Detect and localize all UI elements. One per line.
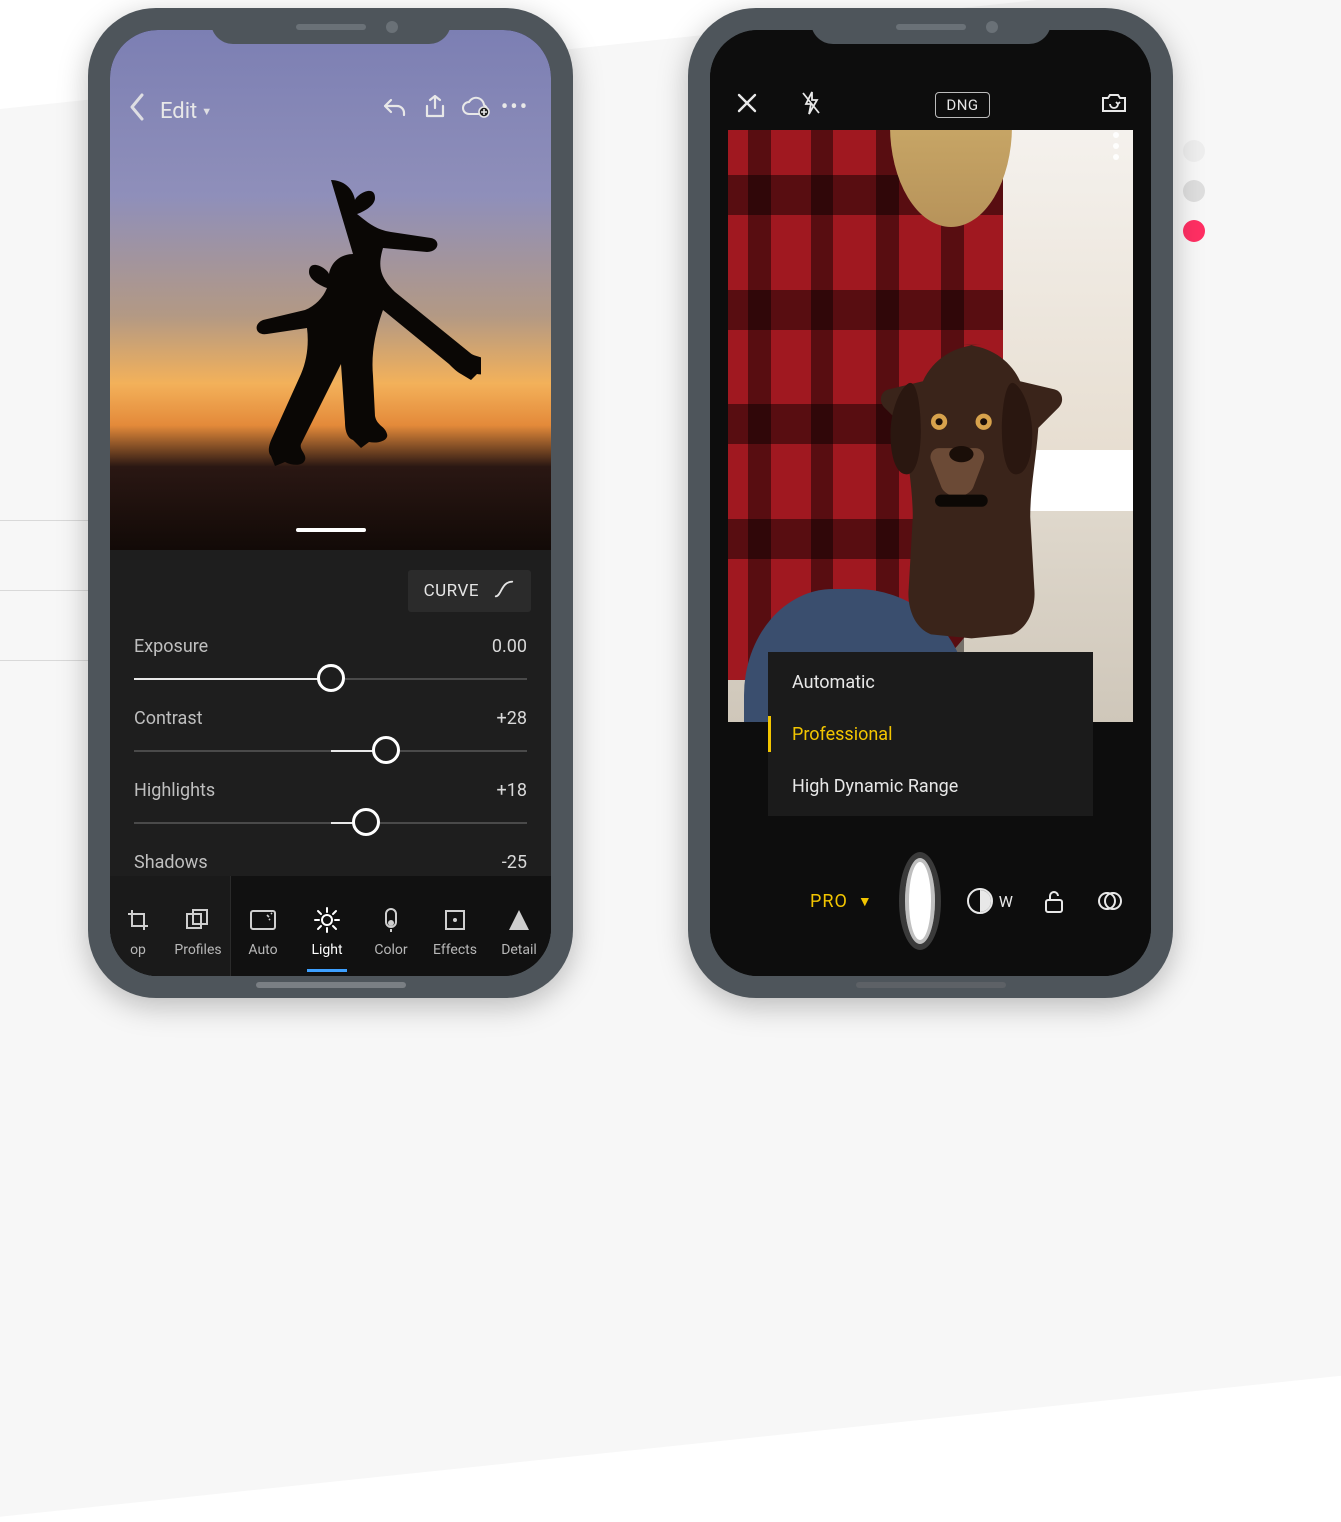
tab-label: Effects (433, 942, 477, 958)
camera-viewfinder[interactable] (728, 118, 1133, 722)
slider-knob[interactable] (317, 664, 345, 692)
slider-track[interactable] (134, 807, 527, 837)
slider-value: +28 (497, 708, 527, 729)
editor-header: Edit ▼ ••• (110, 30, 551, 136)
white-balance-icon (967, 888, 993, 914)
phone-camera: DNG (688, 8, 1173, 998)
indicator-dot-active[interactable] (1183, 220, 1205, 242)
triangle-down-icon: ▼ (201, 105, 212, 118)
indicator-dot[interactable] (1183, 180, 1205, 202)
tab-label: Profiles (174, 942, 221, 958)
tab-label: Detail (501, 942, 537, 958)
editor-toolbar: op Profiles Auto Light (110, 876, 551, 976)
camera-bottom-bar: PRO ▼ W (710, 826, 1151, 976)
flash-toggle[interactable] (796, 88, 826, 118)
background-line (0, 590, 92, 591)
mode-item-hdr[interactable]: High Dynamic Range (768, 760, 1093, 812)
white-balance-label: W (999, 892, 1013, 911)
tab-label: op (130, 942, 146, 958)
lock-button[interactable] (1039, 886, 1069, 916)
slider-highlights[interactable]: Highlights +18 (134, 780, 527, 852)
slider-track[interactable] (134, 735, 527, 765)
effects-icon (441, 906, 469, 934)
back-button[interactable] (120, 90, 154, 124)
format-badge[interactable]: DNG (935, 92, 989, 118)
profiles-icon (184, 906, 212, 934)
home-indicator[interactable] (856, 982, 1006, 988)
tab-effects[interactable]: Effects (423, 876, 487, 976)
curve-icon (493, 578, 515, 605)
tab-light[interactable]: Light (295, 876, 359, 976)
viewfinder-overlay-dots[interactable] (1113, 132, 1119, 160)
slider-label: Exposure (134, 636, 208, 657)
phone-editor: Edit ▼ ••• CURVE (88, 8, 573, 998)
background-line (0, 660, 88, 661)
chevron-down-icon: ▼ (858, 893, 873, 910)
slider-track[interactable] (134, 663, 527, 693)
close-button[interactable] (732, 88, 762, 118)
tab-label: Auto (248, 942, 277, 958)
more-button[interactable]: ••• (495, 90, 535, 124)
filter-button[interactable] (1095, 886, 1125, 916)
auto-icon (249, 906, 277, 934)
tab-crop[interactable]: op (110, 876, 166, 976)
shutter-button[interactable] (899, 852, 941, 950)
light-panel: CURVE Exposure 0.00 (110, 550, 551, 976)
camera-header: DNG (710, 30, 1151, 130)
mode-label-text: PRO (810, 891, 848, 912)
slider-exposure[interactable]: Exposure 0.00 (134, 636, 527, 708)
slider-label: Highlights (134, 780, 215, 801)
color-icon (377, 906, 405, 934)
carousel-indicator[interactable] (1183, 140, 1205, 242)
phone-notch (211, 8, 451, 44)
header-title: Edit (160, 99, 197, 124)
camera-mode-menu: Automatic Professional High Dynamic Rang… (768, 652, 1093, 816)
phone-notch (811, 8, 1051, 44)
tab-color[interactable]: Color (359, 876, 423, 976)
slider-knob[interactable] (352, 808, 380, 836)
slider-value: 0.00 (492, 636, 527, 657)
curve-button[interactable]: CURVE (408, 570, 531, 612)
share-button[interactable] (415, 90, 455, 124)
slider-knob[interactable] (372, 736, 400, 764)
mode-item-professional[interactable]: Professional (768, 708, 1093, 760)
curve-label: CURVE (424, 581, 479, 601)
slider-label: Shadows (134, 852, 208, 873)
tab-auto[interactable]: Auto (231, 876, 295, 976)
home-indicator[interactable] (256, 982, 406, 988)
slider-value: +18 (497, 780, 527, 801)
white-balance-button[interactable]: W (967, 888, 1013, 914)
slider-contrast[interactable]: Contrast +28 (134, 708, 527, 780)
detail-icon (505, 906, 533, 934)
indicator-dot[interactable] (1183, 140, 1205, 162)
mode-selector[interactable]: PRO ▼ (810, 891, 873, 912)
tab-detail[interactable]: Detail (487, 876, 551, 976)
cloud-add-button[interactable] (455, 90, 495, 124)
light-icon (313, 906, 341, 934)
slider-label: Contrast (134, 708, 203, 729)
panel-drag-handle[interactable] (296, 528, 366, 532)
undo-button[interactable] (375, 90, 415, 124)
photo-subject-silhouette (181, 170, 481, 480)
slider-value: -25 (502, 852, 527, 873)
crop-icon (124, 906, 152, 934)
tab-profiles[interactable]: Profiles (166, 876, 230, 976)
background-line (0, 520, 92, 521)
header-title-dropdown[interactable]: Edit ▼ (160, 99, 212, 124)
mode-item-automatic[interactable]: Automatic (768, 656, 1093, 708)
switch-camera-button[interactable] (1099, 88, 1129, 118)
tab-label: Light (311, 942, 342, 958)
tab-label: Color (374, 942, 407, 958)
